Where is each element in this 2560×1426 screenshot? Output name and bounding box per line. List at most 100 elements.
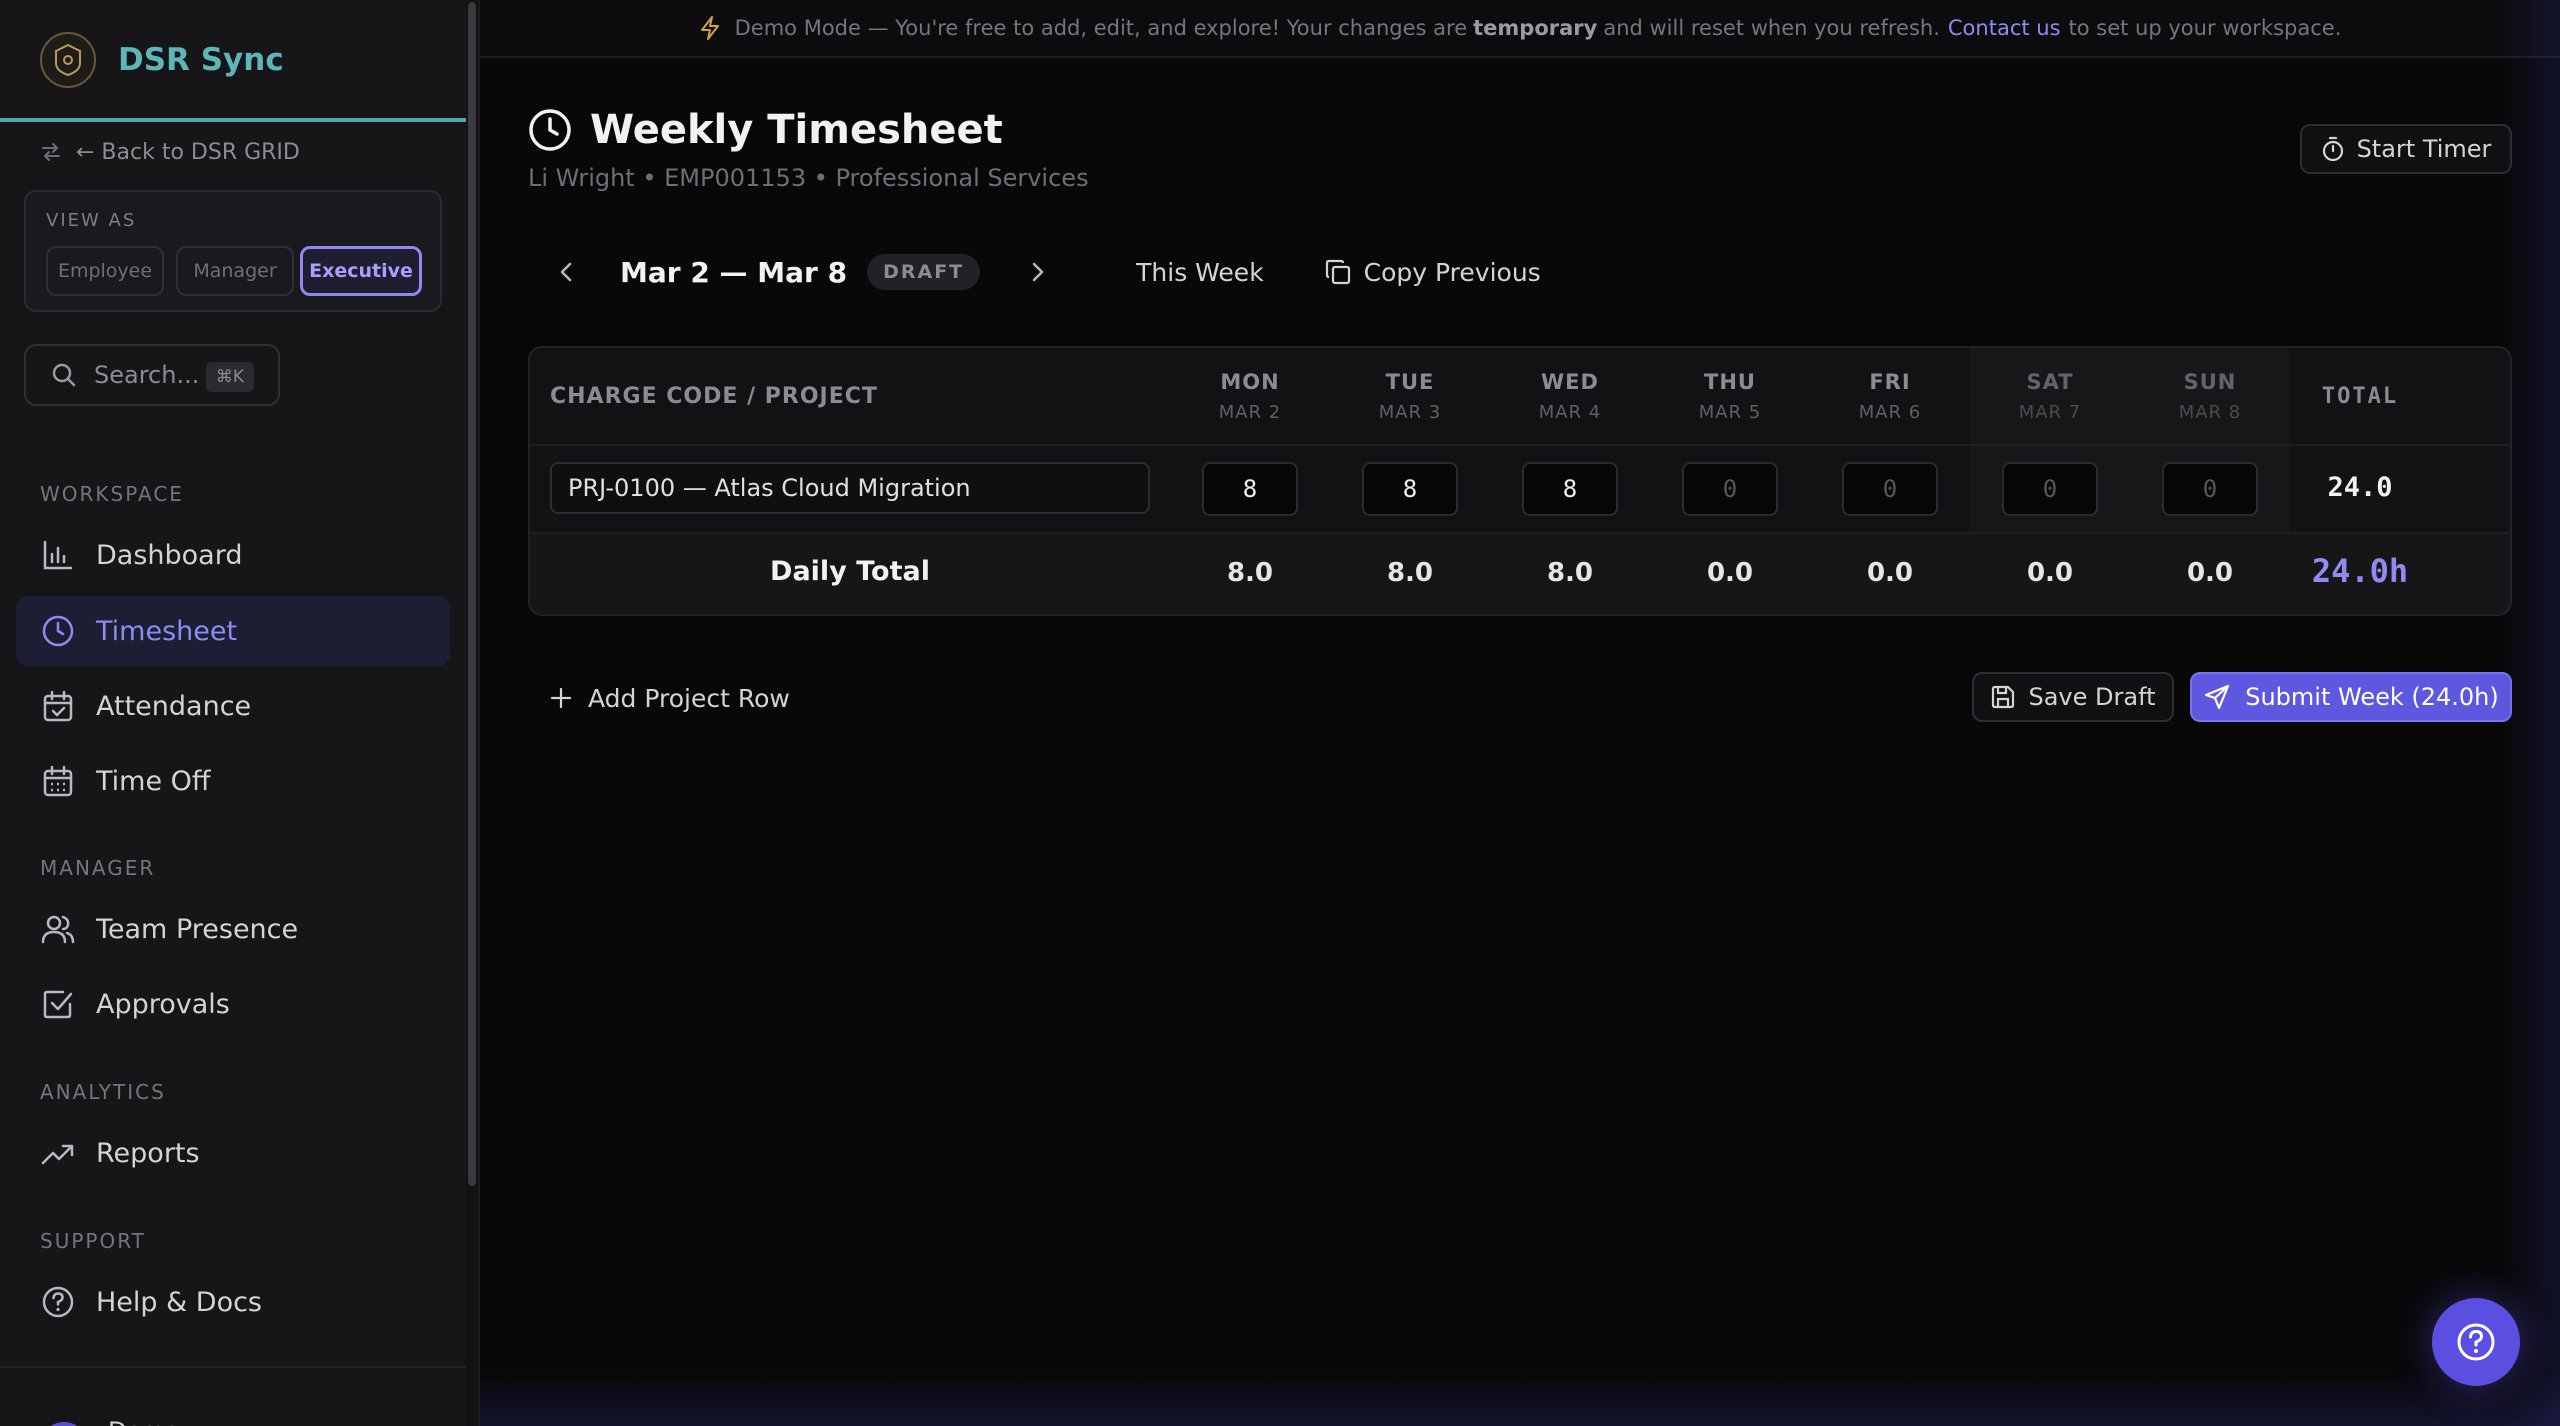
daily-total-thu: 0.0: [1706, 558, 1754, 588]
swap-icon: [40, 141, 62, 163]
grand-total: 24.0h: [2311, 552, 2409, 590]
back-to-grid-link[interactable]: ← Back to DSR GRID: [40, 136, 300, 168]
brand-name: DSR Sync: [118, 42, 284, 78]
sidebar-item-time-off[interactable]: Time Off: [16, 746, 450, 816]
day-header-tue: TUE MAR 3: [1330, 370, 1490, 423]
sidebar-item-label: Attendance: [96, 690, 252, 722]
brand-divider: [0, 118, 466, 122]
sidebar-scrollbar-thumb[interactable]: [468, 2, 476, 1186]
trending-up-icon: [40, 1135, 76, 1171]
row-total: 24.0: [2327, 472, 2393, 503]
add-project-row-label: Add Project Row: [588, 683, 790, 713]
daily-total-sat: 0.0: [2026, 558, 2074, 588]
hours-input-thu[interactable]: 0: [1682, 462, 1778, 516]
page-header: Weekly Timesheet: [528, 100, 1003, 160]
view-as-manager[interactable]: Manager: [176, 246, 294, 296]
chevron-left-icon[interactable]: [548, 254, 584, 290]
calendar-icon: [40, 763, 76, 799]
stopwatch-icon: [2321, 136, 2345, 162]
check-square-icon: [40, 986, 76, 1022]
daily-total-sun: 0.0: [2186, 558, 2234, 588]
sidebar-item-attendance[interactable]: Attendance: [16, 671, 450, 741]
view-as-executive[interactable]: Executive: [300, 246, 422, 296]
day-name: THU: [1704, 370, 1756, 394]
start-timer-button[interactable]: Start Timer: [2300, 124, 2512, 174]
day-header-sun: SUN MAR 8: [2130, 370, 2290, 423]
banner-text-bold: temporary: [1473, 16, 1598, 40]
help-floating-button[interactable]: [2432, 1298, 2520, 1386]
view-as-panel: VIEW AS Employee Manager Executive: [24, 190, 442, 312]
help-circle-icon: [2455, 1321, 2497, 1363]
hours-input-fri[interactable]: 0: [1842, 462, 1938, 516]
day-date: MAR 5: [1698, 402, 1762, 423]
week-range: Mar 2 — Mar 8: [620, 255, 848, 289]
sidebar-item-team-presence[interactable]: Team Presence: [16, 894, 450, 964]
chevron-right-icon[interactable]: [1020, 254, 1056, 290]
daily-total-mon: 8.0: [1226, 558, 1274, 588]
project-select[interactable]: PRJ-0100 — Atlas Cloud Migration: [550, 462, 1150, 514]
section-label-workspace: WORKSPACE: [40, 482, 184, 506]
daily-total-tue: 8.0: [1386, 558, 1434, 588]
grid-header-row: CHARGE CODE / PROJECT MON MAR 2 TUE MAR 3 …: [530, 348, 2510, 446]
submit-week-button[interactable]: Submit Week (24.0h): [2190, 672, 2512, 722]
user-profile[interactable]: Demo ...: [40, 1392, 210, 1426]
start-timer-label: Start Timer: [2356, 135, 2492, 163]
hours-input-sat[interactable]: 0: [2002, 462, 2098, 516]
search-icon: [50, 361, 78, 389]
hours-input-tue[interactable]: 8: [1362, 462, 1458, 516]
users-icon: [40, 911, 76, 947]
save-draft-button[interactable]: Save Draft: [1972, 672, 2174, 722]
daily-total-label: Daily Total: [770, 556, 930, 587]
clock-icon: [40, 613, 76, 649]
sidebar-item-label: Approvals: [96, 988, 230, 1020]
day-date: MAR 6: [1858, 402, 1922, 423]
banner-text-suffix: to set up your workspace.: [2068, 16, 2342, 40]
day-name: WED: [1541, 370, 1599, 394]
sidebar: DSR Sync ← Back to DSR GRID VIEW AS Empl…: [0, 0, 466, 1426]
sidebar-scrollbar[interactable]: [466, 0, 478, 1426]
sidebar-item-reports[interactable]: Reports: [16, 1118, 450, 1188]
view-as-employee[interactable]: Employee: [46, 246, 164, 296]
day-name: FRI: [1869, 370, 1911, 394]
week-navigation: Mar 2 — Mar 8 DRAFT This Week Copy Previ…: [548, 244, 1541, 300]
sidebar-item-label: Timesheet: [96, 615, 238, 647]
daily-total-wed: 8.0: [1546, 558, 1594, 588]
plus-icon: [550, 687, 572, 709]
calendar-check-icon: [40, 688, 76, 724]
sidebar-item-label: Dashboard: [96, 539, 243, 571]
contact-us-link[interactable]: Contact us: [1948, 16, 2061, 40]
sidebar-item-timesheet[interactable]: Timesheet: [16, 596, 450, 666]
sidebar-item-label: Team Presence: [96, 913, 299, 945]
brand[interactable]: DSR Sync: [40, 32, 284, 88]
brand-logo-icon: [40, 32, 96, 88]
copy-icon: [1324, 258, 1352, 286]
day-name: SAT: [2026, 370, 2074, 394]
day-date: MAR 8: [2178, 402, 2242, 423]
clock-icon: [528, 108, 572, 152]
hours-input-sun[interactable]: 0: [2162, 462, 2258, 516]
hours-input-wed[interactable]: 8: [1522, 462, 1618, 516]
section-label-manager: MANAGER: [40, 856, 156, 880]
sidebar-item-approvals[interactable]: Approvals: [16, 969, 450, 1039]
sidebar-item-label: Help & Docs: [96, 1286, 262, 1318]
sidebar-item-dashboard[interactable]: Dashboard: [16, 520, 450, 590]
save-icon: [1990, 684, 2016, 710]
this-week-button[interactable]: This Week: [1136, 258, 1264, 287]
total-column-header: TOTAL: [2321, 384, 2399, 409]
search-shortcut: ⌘K: [205, 362, 254, 392]
copy-previous-button[interactable]: Copy Previous: [1324, 258, 1541, 287]
sidebar-edge: [478, 0, 480, 1426]
day-date: MAR 2: [1218, 402, 1282, 423]
hours-input-mon[interactable]: 8: [1202, 462, 1298, 516]
day-header-wed: WED MAR 4: [1490, 370, 1650, 423]
demo-banner: Demo Mode — You're free to add, edit, an…: [480, 0, 2560, 58]
daily-total-fri: 0.0: [1866, 558, 1914, 588]
sidebar-item-help-docs[interactable]: Help & Docs: [16, 1267, 450, 1337]
day-header-thu: THU MAR 5: [1650, 370, 1810, 423]
send-icon: [2203, 683, 2231, 711]
day-date: MAR 3: [1378, 402, 1442, 423]
day-header-mon: MON MAR 2: [1170, 370, 1330, 423]
search-input[interactable]: Search... ⌘K: [24, 344, 280, 406]
add-project-row-button[interactable]: Add Project Row: [550, 680, 790, 716]
day-name: TUE: [1385, 370, 1435, 394]
